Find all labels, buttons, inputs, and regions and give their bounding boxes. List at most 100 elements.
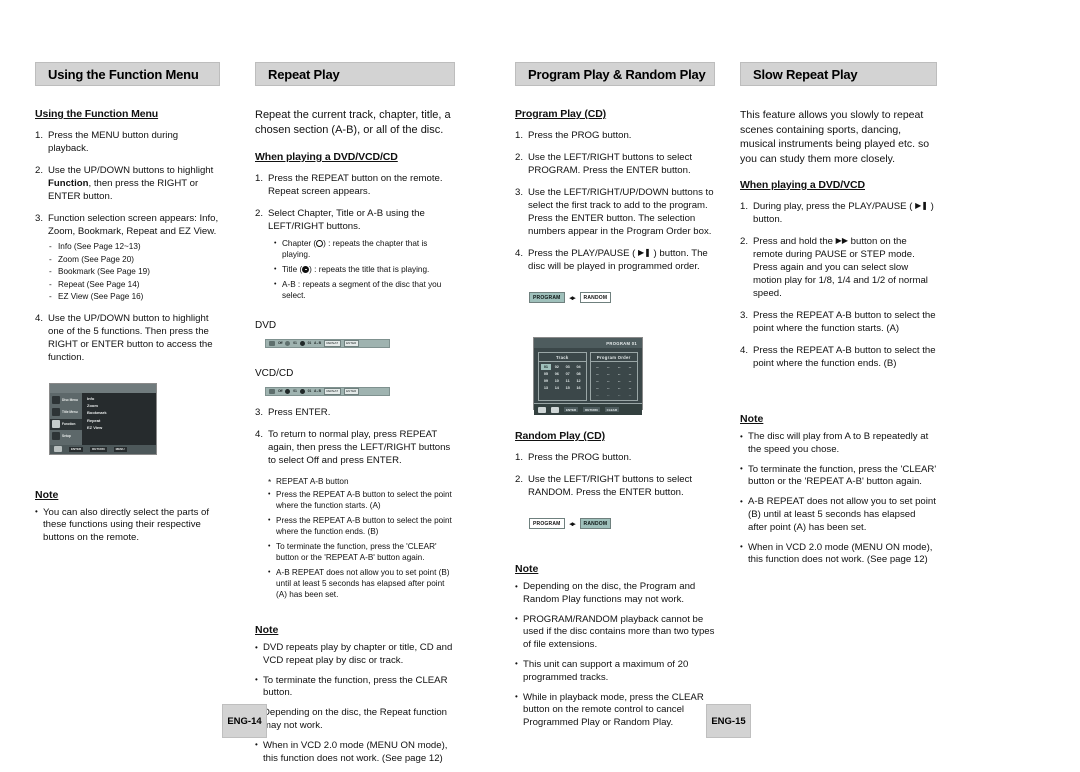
track-cell[interactable]: 15 (563, 385, 573, 391)
osd-function-list: Info Zoom Bookmark Repeat EZ View (82, 393, 156, 445)
track-cell[interactable]: 04 (574, 364, 584, 370)
status-button-repeat: REPEAT (323, 340, 341, 347)
order-cell[interactable]: -- (593, 378, 603, 384)
title-icon (299, 341, 305, 346)
left-right-arrows-icon: ◂▸ (569, 520, 576, 528)
function-icon (52, 420, 60, 428)
track-cell[interactable]: 07 (563, 371, 573, 377)
status-off: Off (278, 389, 283, 393)
dpad-icon (538, 406, 546, 413)
step-item: 4. Press the REPEAT A-B button to select… (740, 344, 937, 370)
step-number: 4. (515, 248, 524, 259)
dpad-icon (54, 446, 62, 452)
osd-sidebar-label: Disc Menu (62, 398, 78, 402)
step-number: 2. (515, 152, 524, 163)
track-cell[interactable]: 12 (574, 378, 584, 384)
disc-menu-icon (52, 396, 60, 404)
order-cell[interactable]: -- (614, 385, 624, 391)
repeat-play-intro: Repeat the current track, chapter, title… (255, 109, 451, 136)
order-cell[interactable]: -- (593, 371, 603, 377)
label-vcd-cd: VCD/CD (255, 368, 294, 379)
column-repeat-play: Repeat Play Repeat the current track, ch… (255, 62, 455, 772)
osd-sidebar-item-disc-menu: Disc Menu (50, 395, 82, 406)
track-cell[interactable]: 14 (552, 385, 562, 391)
note-item: Depending on the disc, the Repeat functi… (255, 707, 455, 733)
step-number: 3. (255, 407, 264, 418)
chapter-icon (285, 341, 291, 346)
track-cell[interactable]: 06 (552, 371, 562, 377)
track-cell[interactable]: 10 (552, 378, 562, 384)
step-text-pre: During play, press the PLAY/PAUSE ( (753, 201, 916, 212)
osd-function-item-zoom: Zoom (87, 402, 98, 408)
note-item: A-B REPEAT does not allow you to set poi… (740, 496, 937, 534)
order-cell[interactable]: -- (603, 364, 613, 370)
order-cell[interactable]: -- (593, 364, 603, 370)
order-cell[interactable]: -- (625, 364, 635, 370)
osd-footer-return: RETURN (90, 446, 107, 452)
step-text-pre: Press the PLAY/PAUSE ( (528, 248, 639, 259)
osd-function-item-info: Info (87, 395, 95, 401)
step-text: Press the MENU button during playback. (48, 130, 179, 154)
order-cell[interactable]: -- (625, 378, 635, 384)
play-pause-icon: ▶❚ (915, 201, 928, 211)
track-cell[interactable]: 01 (541, 364, 551, 370)
note-list: DVD repeats play by chapter or title, CD… (255, 642, 455, 765)
step-text: Function selection screen appears: Info,… (48, 213, 219, 237)
order-cell[interactable]: -- (614, 392, 624, 398)
order-cell[interactable]: -- (625, 371, 635, 377)
ab-note-title: REPEAT A-B button (268, 476, 455, 488)
manual-page-spread: Using the Function Menu Using the Functi… (0, 0, 1080, 764)
order-cell[interactable]: -- (593, 392, 603, 398)
disc-icon (269, 341, 275, 346)
step-text-pre: Use the UP/DOWN buttons to highlight (48, 165, 214, 176)
track-panel-header: Track (539, 353, 586, 362)
order-cell[interactable]: -- (614, 378, 624, 384)
step-text: Press the PROG button. (528, 452, 632, 463)
step-number: 1. (35, 130, 44, 141)
track-cell[interactable]: 11 (563, 378, 573, 384)
osd-title-bar (50, 383, 156, 393)
steps-list-function-menu: 1. Press the MENU button during playback… (35, 129, 220, 364)
program-chip-active: PROGRAM (529, 292, 565, 303)
steps-list-repeat-play-top: 1. Press the REPEAT button on the remote… (255, 172, 455, 301)
order-cell[interactable]: -- (603, 385, 613, 391)
order-cell[interactable]: -- (603, 371, 613, 377)
order-cell[interactable]: -- (603, 378, 613, 384)
track-cell[interactable]: 05 (541, 371, 551, 377)
step-item: 1. Press the MENU button during playback… (35, 129, 220, 155)
order-cell[interactable]: -- (593, 385, 603, 391)
track-cell[interactable]: 16 (574, 385, 584, 391)
random-chip: RANDOM (579, 292, 612, 303)
order-cell[interactable]: -- (603, 392, 613, 398)
osd-sidebar-label: Setup (62, 434, 71, 438)
program-osd-screenshot: PROGRAM 01 Track 01 02 03 04 05 06 07 08 (533, 337, 643, 415)
osd-sidebar-item-function: Function (50, 418, 82, 430)
step-text: To return to normal play, press REPEAT a… (268, 429, 451, 466)
note-item: When in VCD 2.0 mode (MENU ON mode), thi… (740, 541, 937, 568)
track-cell[interactable]: 08 (574, 371, 584, 377)
status-button-repeat: REPEAT (323, 388, 341, 395)
order-cell[interactable]: -- (625, 392, 635, 398)
track-cell[interactable]: 09 (541, 378, 551, 384)
track-cell[interactable]: 02 (552, 364, 562, 370)
osd-function-menu-screenshot: Disc Menu Title Menu Function Setup Info… (49, 382, 157, 455)
program-order-grid: -- -- -- -- -- -- -- -- -- -- -- -- -- -… (591, 362, 638, 400)
step-item: 1. Press the PROG button. (515, 451, 715, 464)
osd-footer-menu: MENU (113, 446, 127, 452)
track-cell[interactable]: 03 (563, 364, 573, 370)
step-item: 1. Press the REPEAT button on the remote… (255, 172, 455, 198)
osd-sidebar-item-title-menu: Title Menu (50, 407, 82, 418)
section-header-program-random-play: Program Play & Random Play (515, 62, 715, 86)
note-item: To terminate the function, press the 'CL… (740, 463, 937, 490)
see-page-list: Info (See Page 12~13) Zoom (See Page 20)… (48, 241, 220, 303)
track-cell[interactable]: 13 (541, 385, 551, 391)
order-cell[interactable]: -- (614, 371, 624, 377)
step-number: 1. (255, 173, 264, 184)
repeat-option-list: Chapter () : repeats the chapter that is… (268, 238, 455, 301)
order-cell[interactable]: -- (625, 385, 635, 391)
order-cell[interactable]: -- (614, 364, 624, 370)
